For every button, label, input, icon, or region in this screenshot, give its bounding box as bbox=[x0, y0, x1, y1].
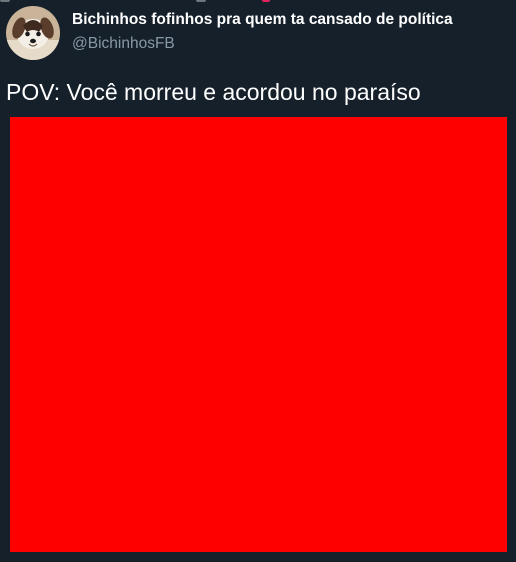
tweet-header: Bichinhos fofinhos pra quem ta cansado d… bbox=[6, 6, 510, 62]
tweet-text: POV: Você morreu e acordou no paraíso bbox=[6, 79, 421, 105]
tweet-media-image[interactable] bbox=[10, 117, 507, 552]
author-display-name[interactable]: Bichinhos fofinhos pra quem ta cansado d… bbox=[72, 11, 453, 29]
previous-tweet-cutoff bbox=[0, 0, 516, 4]
avatar[interactable] bbox=[6, 6, 60, 60]
author-handle[interactable]: @BichinhosFB bbox=[72, 35, 175, 53]
puppy-avatar-icon bbox=[6, 6, 60, 60]
